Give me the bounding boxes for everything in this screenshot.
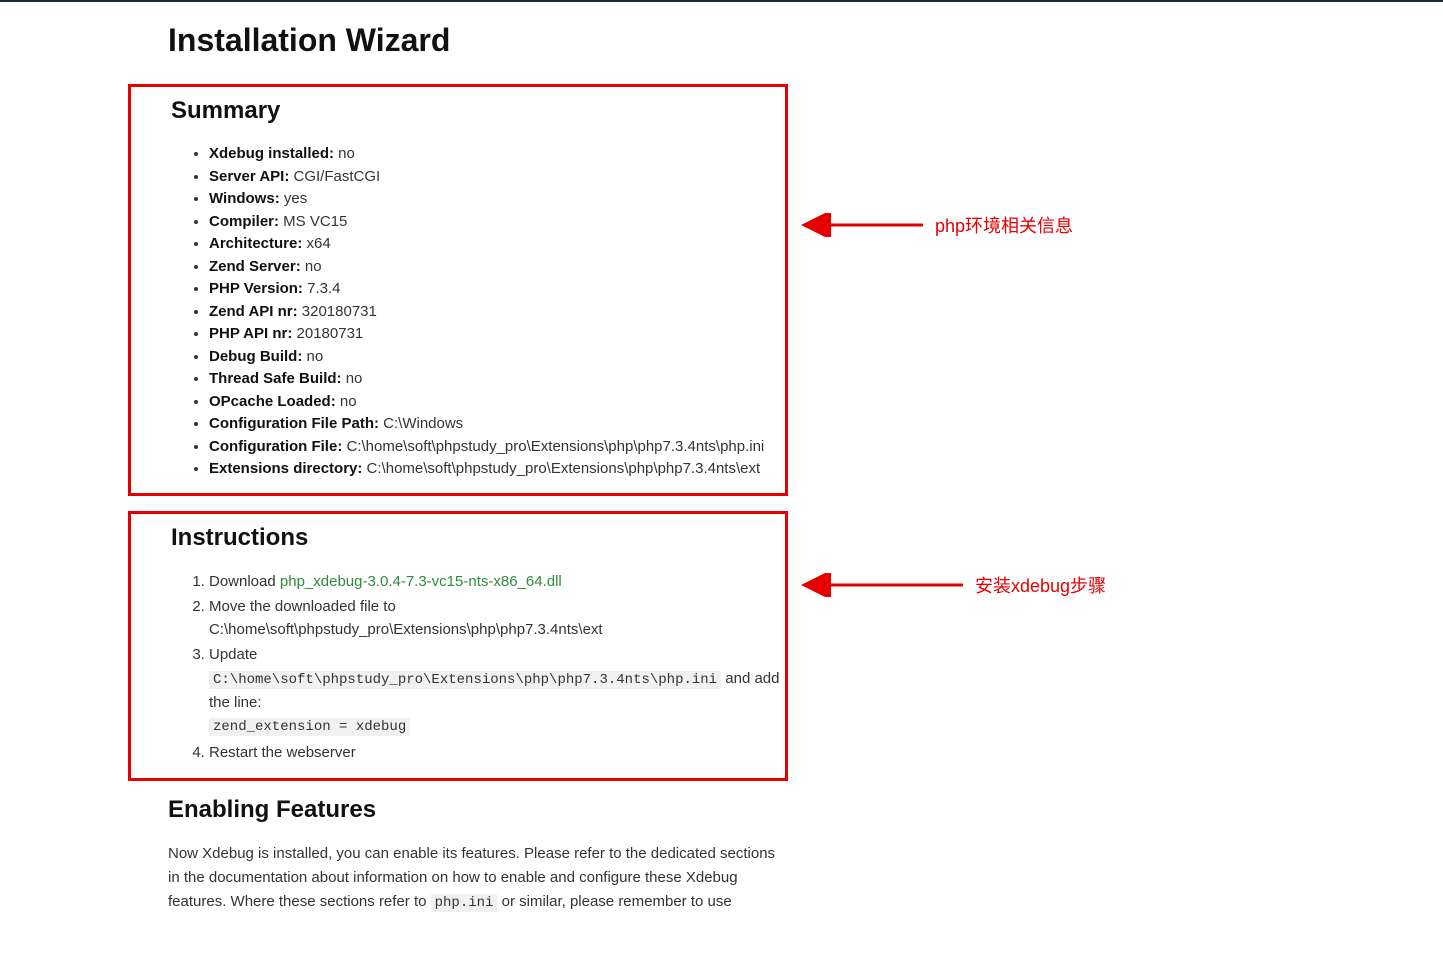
instruction-item: Restart the webserver xyxy=(209,741,785,764)
instruction-item: Update C:\home\soft\phpstudy_pro\Extensi… xyxy=(209,643,785,739)
summary-item: PHP Version: 7.3.4 xyxy=(209,278,785,301)
annotation-label-1: php环境相关信息 xyxy=(935,212,1073,238)
summary-item: Debug Build: no xyxy=(209,346,785,369)
summary-item-key: Extensions directory: xyxy=(209,460,362,477)
summary-item: Windows: yes xyxy=(209,188,785,211)
summary-item: OPcache Loaded: no xyxy=(209,391,785,414)
summary-item-key: Configuration File Path: xyxy=(209,415,379,432)
enabling-heading: Enabling Features xyxy=(168,796,788,824)
summary-item-key: Debug Build: xyxy=(209,348,302,365)
summary-item: Extensions directory: C:\home\soft\phpst… xyxy=(209,458,785,481)
page-title: Installation Wizard xyxy=(168,22,1443,59)
download-prefix: Download xyxy=(209,573,280,590)
summary-item-key: Xdebug installed: xyxy=(209,145,334,162)
update-word: Update xyxy=(209,646,257,663)
summary-item-key: PHP Version: xyxy=(209,280,303,297)
php-ini-code: php.ini xyxy=(431,894,498,912)
summary-item-key: OPcache Loaded: xyxy=(209,393,336,410)
enabling-paragraph: Now Xdebug is installed, you can enable … xyxy=(168,842,788,914)
annotation-arrow-2: 安装xdebug步骤 xyxy=(795,572,1106,598)
summary-item: Zend Server: no xyxy=(209,256,785,279)
summary-item: Configuration File Path: C:\Windows xyxy=(209,413,785,436)
zend-extension-code: zend_extension = xdebug xyxy=(209,718,410,736)
enabling-text-b: or similar, please remember to use xyxy=(497,893,731,910)
summary-item-key: Architecture: xyxy=(209,235,302,252)
summary-item: Zend API nr: 320180731 xyxy=(209,301,785,324)
instructions-box: Instructions Download php_xdebug-3.0.4-7… xyxy=(128,511,788,782)
arrow-icon xyxy=(795,213,925,237)
summary-item-key: Zend API nr: xyxy=(209,303,298,320)
annotation-arrow-1: php环境相关信息 xyxy=(795,212,1073,238)
summary-item-key: PHP API nr: xyxy=(209,325,292,342)
summary-list: Xdebug installed: noServer API: CGI/Fast… xyxy=(171,143,785,481)
summary-item: Xdebug installed: no xyxy=(209,143,785,166)
page-container: Installation Wizard Summary Xdebug insta… xyxy=(0,2,1443,915)
summary-item-key: Zend Server: xyxy=(209,258,301,275)
summary-item: PHP API nr: 20180731 xyxy=(209,323,785,346)
instructions-list: Download php_xdebug-3.0.4-7.3-vc15-nts-x… xyxy=(171,570,785,765)
arrow-icon xyxy=(795,573,965,597)
instructions-heading: Instructions xyxy=(171,524,785,552)
summary-item-key: Server API: xyxy=(209,168,289,185)
summary-item-key: Compiler: xyxy=(209,213,279,230)
update-path-code: C:\home\soft\phpstudy_pro\Extensions\php… xyxy=(209,671,721,689)
annotation-label-2: 安装xdebug步骤 xyxy=(975,572,1106,598)
summary-item: Server API: CGI/FastCGI xyxy=(209,166,785,189)
summary-item-key: Thread Safe Build: xyxy=(209,370,342,387)
summary-item: Compiler: MS VC15 xyxy=(209,211,785,234)
summary-item: Architecture: x64 xyxy=(209,233,785,256)
summary-item-key: Configuration File: xyxy=(209,438,342,455)
summary-box: Summary Xdebug installed: noServer API: … xyxy=(128,84,788,496)
enabling-features-section: Enabling Features Now Xdebug is installe… xyxy=(168,796,788,914)
summary-item-key: Windows: xyxy=(209,190,280,207)
summary-heading: Summary xyxy=(171,97,785,125)
instruction-item: Download php_xdebug-3.0.4-7.3-vc15-nts-x… xyxy=(209,570,785,593)
summary-item: Thread Safe Build: no xyxy=(209,368,785,391)
download-link[interactable]: php_xdebug-3.0.4-7.3-vc15-nts-x86_64.dll xyxy=(280,573,562,590)
summary-item: Configuration File: C:\home\soft\phpstud… xyxy=(209,436,785,459)
instruction-item: Move the downloaded file to C:\home\soft… xyxy=(209,595,785,642)
